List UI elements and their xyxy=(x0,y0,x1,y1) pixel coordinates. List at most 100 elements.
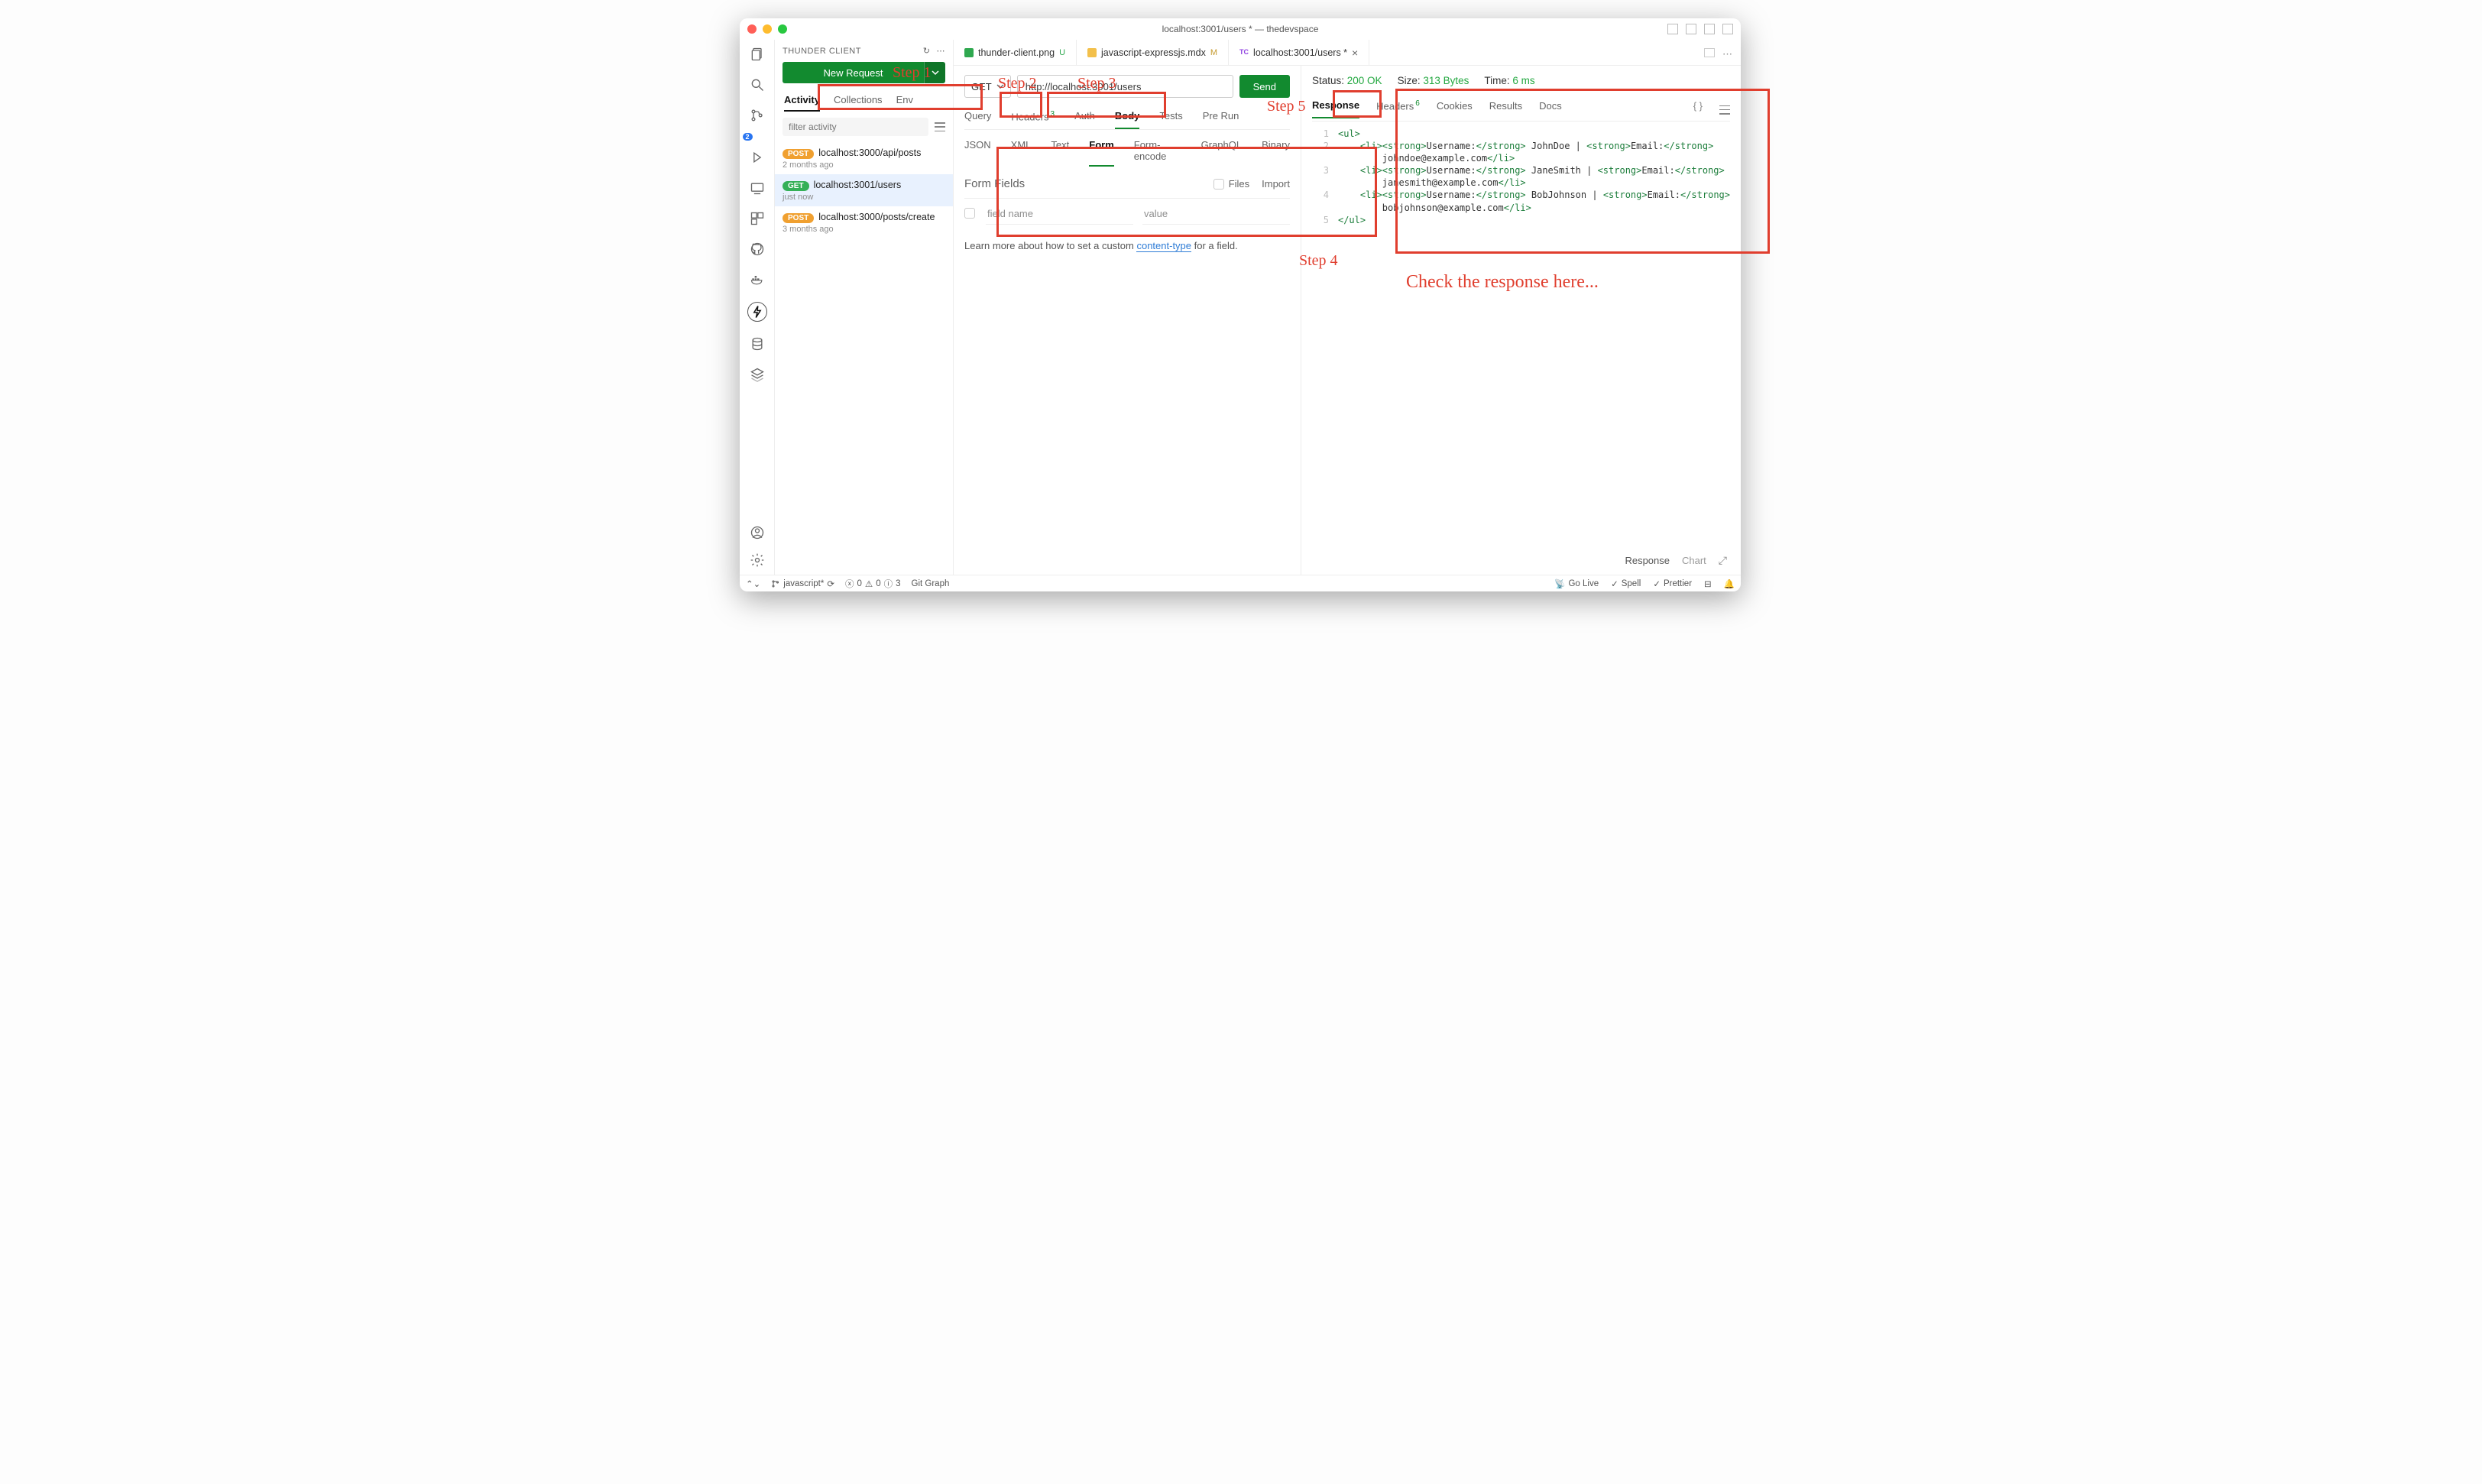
window-title: localhost:3001/users * — thedevspace xyxy=(740,24,1741,34)
tab-collections[interactable]: Collections xyxy=(834,94,883,112)
editor-tab[interactable]: javascript-expressjs.mdx M xyxy=(1077,40,1229,65)
panel-bottom-icon[interactable] xyxy=(1686,24,1696,34)
activity-item[interactable]: GETlocalhost:3001/usersjust now xyxy=(775,174,953,206)
restab-results[interactable]: Results xyxy=(1489,100,1522,118)
activity-list: POSTlocalhost:3000/api/posts2 months ago… xyxy=(775,142,953,238)
close-window-icon[interactable] xyxy=(747,24,757,34)
thunder-client-icon[interactable] xyxy=(747,302,767,322)
problems[interactable]: ⓧ 0 ⚠ 0 ⓘ 3 xyxy=(845,578,901,590)
tab-label: thunder-client.png xyxy=(978,47,1055,58)
maximize-window-icon[interactable] xyxy=(778,24,787,34)
braces-icon[interactable]: { } xyxy=(1693,100,1703,118)
expand-icon[interactable] xyxy=(1719,554,1727,567)
go-live[interactable]: 📡 Go Live xyxy=(1554,578,1599,589)
form-fields-label: Form Fields xyxy=(964,177,1025,190)
method-select[interactable]: GET xyxy=(964,75,1011,98)
git-branch[interactable]: javascript* ⟳ xyxy=(771,578,834,589)
feedback-icon[interactable]: ⊟ xyxy=(1704,578,1712,589)
response-body[interactable]: 1<ul>2 <li><strong>Username:</strong> Jo… xyxy=(1312,128,1730,227)
resnav-chart[interactable]: Chart xyxy=(1682,555,1706,566)
field-value-input[interactable]: value xyxy=(1142,205,1290,225)
explorer-icon[interactable] xyxy=(749,46,766,63)
resnav-response[interactable]: Response xyxy=(1625,555,1670,566)
restab-headers[interactable]: Headers6 xyxy=(1376,99,1420,118)
minimize-window-icon[interactable] xyxy=(763,24,772,34)
layout-grid-icon[interactable] xyxy=(1722,24,1733,34)
restab-response[interactable]: Response xyxy=(1312,99,1359,118)
close-tab-icon[interactable]: × xyxy=(1352,47,1358,59)
url-input[interactable]: http://localhost:3001/users xyxy=(1017,75,1233,98)
activity-item[interactable]: POSTlocalhost:3000/posts/create3 months … xyxy=(775,206,953,238)
panel-left-icon[interactable] xyxy=(1667,24,1678,34)
activity-time: 2 months ago xyxy=(783,160,945,170)
remote-explorer-icon[interactable] xyxy=(749,180,766,196)
new-request-button[interactable]: New Request xyxy=(783,62,945,83)
source-control-icon[interactable] xyxy=(749,107,766,124)
subtab-tests[interactable]: Tests xyxy=(1159,110,1182,129)
remote-indicator[interactable]: ⌃⌄ xyxy=(746,578,760,589)
subtab-auth[interactable]: Auth xyxy=(1074,110,1095,129)
bodytab-xml[interactable]: XML xyxy=(1011,139,1032,167)
tab-activity[interactable]: Activity xyxy=(784,94,820,112)
run-debug-icon[interactable] xyxy=(749,149,766,166)
editor-tab[interactable]: thunder-client.png U xyxy=(954,40,1077,65)
new-request-dropdown[interactable] xyxy=(924,62,945,83)
titlebar: localhost:3001/users * — thedevspace xyxy=(740,18,1741,40)
bodytab-formenc[interactable]: Form-encode xyxy=(1134,139,1181,167)
scm-icon-wrap[interactable]: 2 xyxy=(749,107,766,135)
sidebar-tabs: Activity Collections Env xyxy=(775,88,953,112)
subtab-prerun[interactable]: Pre Run xyxy=(1203,110,1239,129)
bodytab-form[interactable]: Form xyxy=(1089,139,1114,167)
github-icon[interactable] xyxy=(749,241,766,258)
import-link[interactable]: Import xyxy=(1262,178,1290,190)
files-toggle[interactable]: Files xyxy=(1213,178,1249,190)
restab-docs[interactable]: Docs xyxy=(1539,100,1562,118)
layers-icon[interactable] xyxy=(749,366,766,383)
editor-tabbar: thunder-client.png Ujavascript-expressjs… xyxy=(954,40,1741,66)
prettier[interactable]: ✓ Prettier xyxy=(1653,578,1692,589)
search-icon[interactable] xyxy=(749,76,766,93)
tab-env[interactable]: Env xyxy=(896,94,913,112)
window-controls xyxy=(747,24,787,34)
spell[interactable]: ✓ Spell xyxy=(1611,578,1641,589)
more-actions-icon[interactable]: ⋯ xyxy=(1722,48,1733,57)
database-icon[interactable] xyxy=(749,335,766,352)
settings-gear-icon[interactable] xyxy=(749,552,766,569)
git-graph[interactable]: Git Graph xyxy=(912,579,950,588)
activity-item[interactable]: POSTlocalhost:3000/api/posts2 months ago xyxy=(775,142,953,174)
sync-icon[interactable]: ⟳ xyxy=(827,578,834,589)
more-icon[interactable]: ⋯ xyxy=(937,46,946,56)
send-button[interactable]: Send xyxy=(1239,75,1290,98)
activity-bar: 2 xyxy=(740,40,775,575)
files-checkbox-icon[interactable] xyxy=(1213,179,1224,190)
subtab-headers[interactable]: Headers3 xyxy=(1011,110,1055,129)
bodytab-text[interactable]: Text xyxy=(1051,139,1069,167)
wrap-icon[interactable] xyxy=(1719,97,1730,121)
status-value: 200 OK xyxy=(1347,75,1382,86)
refresh-icon[interactable]: ↻ xyxy=(923,46,931,56)
account-icon[interactable] xyxy=(749,524,766,541)
field-name-input[interactable]: field name xyxy=(986,205,1133,225)
bodytab-json[interactable]: JSON xyxy=(964,139,991,167)
split-editor-icon[interactable] xyxy=(1704,48,1715,57)
filter-menu-icon[interactable] xyxy=(935,122,945,131)
docker-icon[interactable] xyxy=(749,271,766,288)
activity-time: 3 months ago xyxy=(783,225,945,234)
content-type-link[interactable]: content-type xyxy=(1136,240,1191,252)
method-value: GET xyxy=(971,81,992,92)
panel-right-icon[interactable] xyxy=(1704,24,1715,34)
status-line: Status: 200 OK Size: 313 Bytes Time: 6 m… xyxy=(1312,75,1730,86)
filter-row xyxy=(775,112,953,142)
bodytab-binary[interactable]: Binary xyxy=(1262,139,1290,167)
restab-cookies[interactable]: Cookies xyxy=(1437,100,1473,118)
bell-icon[interactable]: 🔔 xyxy=(1724,578,1735,589)
body-type-tabs: JSON XML Text Form Form-encode GraphQL B… xyxy=(964,139,1290,167)
response-bottom-nav: Response Chart xyxy=(1312,549,1730,575)
editor-tab[interactable]: TClocalhost:3001/users * × xyxy=(1229,40,1369,65)
subtab-query[interactable]: Query xyxy=(964,110,991,129)
filter-activity-input[interactable] xyxy=(783,118,928,136)
subtab-body[interactable]: Body xyxy=(1115,110,1140,129)
field-checkbox[interactable] xyxy=(964,208,975,219)
bodytab-graphql[interactable]: GraphQL xyxy=(1201,139,1242,167)
extensions-icon[interactable] xyxy=(749,210,766,227)
